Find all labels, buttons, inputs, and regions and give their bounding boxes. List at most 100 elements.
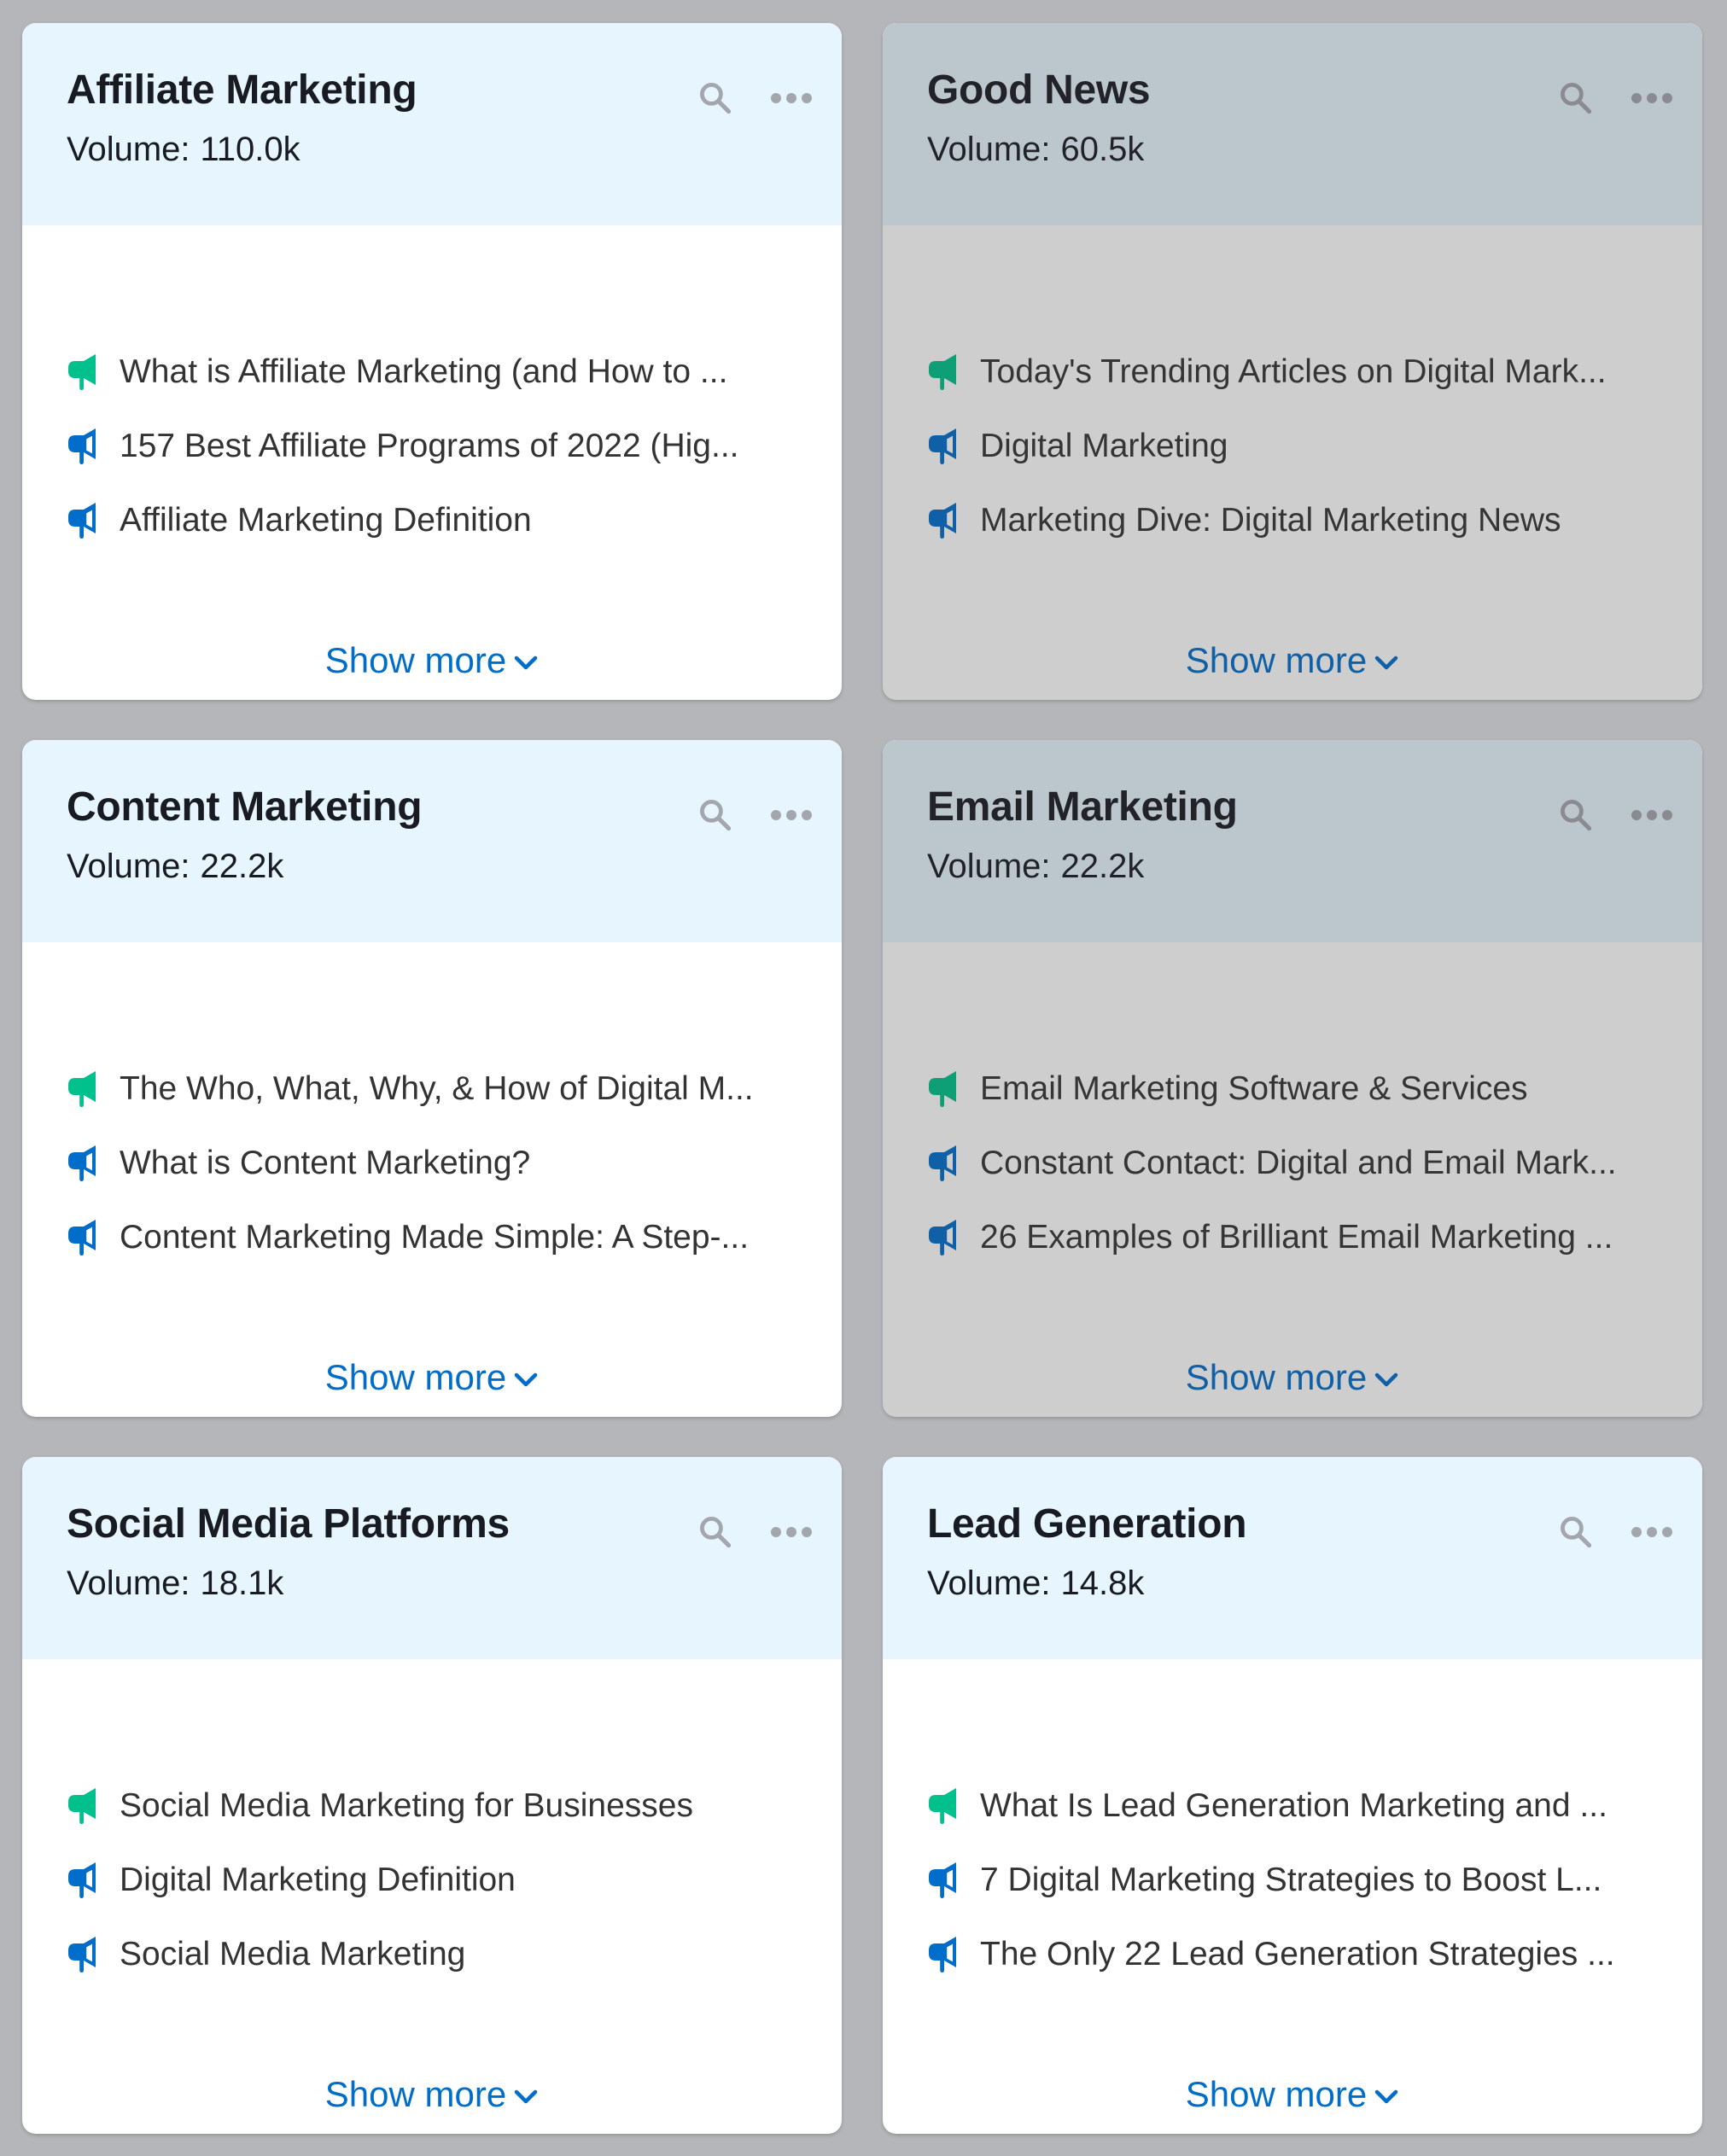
- result-item[interactable]: The Only 22 Lead Generation Strategies .…: [927, 1917, 1651, 1991]
- more-options-icon[interactable]: [1631, 1526, 1673, 1538]
- show-more-label: Show more: [324, 2074, 507, 2114]
- megaphone-filled-icon: [927, 353, 961, 392]
- volume-label: Volume:: [927, 130, 1051, 168]
- show-more-label: Show more: [324, 1357, 507, 1397]
- result-title: The Who, What, Why, & How of Digital M..…: [120, 1069, 754, 1107]
- more-options-icon[interactable]: [770, 92, 813, 104]
- megaphone-filled-icon: [927, 1786, 961, 1826]
- result-item[interactable]: Social Media Marketing for Businesses: [67, 1769, 791, 1843]
- megaphone-outline-icon: [67, 1144, 101, 1183]
- search-icon[interactable]: [1557, 796, 1595, 834]
- card-volume: Volume: 22.2k: [67, 846, 842, 887]
- card-header: Social Media Platforms Volume: 18.1k: [22, 1457, 842, 1659]
- card-body: Social Media Marketing for Businesses Di…: [22, 1659, 842, 2134]
- result-item[interactable]: What is Affiliate Marketing (and How to …: [67, 335, 791, 409]
- show-more-link[interactable]: Show more: [883, 640, 1702, 681]
- more-options-icon[interactable]: [770, 809, 813, 821]
- topic-card: Affiliate Marketing Volume: 110.0k What i…: [22, 23, 842, 700]
- volume-label: Volume:: [927, 847, 1051, 885]
- card-actions: [1557, 1513, 1673, 1551]
- volume-value: 14.8k: [1060, 1564, 1145, 1602]
- card-actions: [697, 796, 813, 834]
- volume-label: Volume:: [927, 1564, 1051, 1602]
- card-actions: [1557, 79, 1673, 117]
- megaphone-outline-icon: [67, 1861, 101, 1900]
- result-item[interactable]: What is Content Marketing?: [67, 1126, 791, 1200]
- card-header: Good News Volume: 60.5k: [883, 23, 1702, 225]
- show-more-label: Show more: [1185, 2074, 1368, 2114]
- show-more-label: Show more: [324, 640, 507, 680]
- result-title: Digital Marketing: [980, 427, 1228, 464]
- volume-value: 110.0k: [200, 130, 300, 168]
- search-icon[interactable]: [1557, 79, 1595, 117]
- megaphone-outline-icon: [67, 501, 101, 540]
- result-item[interactable]: Email Marketing Software & Services: [927, 1052, 1651, 1126]
- result-item[interactable]: Today's Trending Articles on Digital Mar…: [927, 335, 1651, 409]
- show-more-link[interactable]: Show more: [22, 1357, 842, 1398]
- result-title: Today's Trending Articles on Digital Mar…: [980, 353, 1607, 390]
- chevron-down-icon: [1374, 2089, 1398, 2104]
- result-title: Content Marketing Made Simple: A Step-..…: [120, 1218, 750, 1256]
- result-title: 157 Best Affiliate Programs of 2022 (Hig…: [120, 427, 739, 464]
- search-icon[interactable]: [697, 1513, 734, 1551]
- megaphone-filled-icon: [927, 1069, 961, 1109]
- search-icon[interactable]: [697, 79, 734, 117]
- megaphone-outline-icon: [927, 1218, 961, 1257]
- card-actions: [697, 1513, 813, 1551]
- result-item[interactable]: 26 Examples of Brilliant Email Marketing…: [927, 1200, 1651, 1274]
- card-volume: Volume: 60.5k: [927, 129, 1702, 170]
- result-title: Affiliate Marketing Definition: [120, 501, 532, 539]
- show-more-link[interactable]: Show more: [883, 2074, 1702, 2115]
- card-body: Today's Trending Articles on Digital Mar…: [883, 225, 1702, 700]
- result-item[interactable]: Marketing Dive: Digital Marketing News: [927, 483, 1651, 557]
- volume-value: 22.2k: [200, 847, 284, 885]
- result-title: The Only 22 Lead Generation Strategies .…: [980, 1935, 1615, 1972]
- card-header: Affiliate Marketing Volume: 110.0k: [22, 23, 842, 225]
- megaphone-outline-icon: [927, 1935, 961, 1974]
- card-header: Content Marketing Volume: 22.2k: [22, 740, 842, 942]
- result-item[interactable]: The Who, What, Why, & How of Digital M..…: [67, 1052, 791, 1126]
- result-item[interactable]: Social Media Marketing: [67, 1917, 791, 1991]
- megaphone-outline-icon: [67, 1218, 101, 1257]
- chevron-down-icon: [514, 656, 538, 670]
- result-title: Constant Contact: Digital and Email Mark…: [980, 1144, 1617, 1181]
- volume-label: Volume:: [67, 130, 190, 168]
- search-icon[interactable]: [697, 796, 734, 834]
- megaphone-filled-icon: [67, 353, 101, 392]
- result-title: Digital Marketing Definition: [120, 1861, 516, 1898]
- result-item[interactable]: 7 Digital Marketing Strategies to Boost …: [927, 1843, 1651, 1917]
- result-title: 26 Examples of Brilliant Email Marketing…: [980, 1218, 1613, 1256]
- volume-value: 60.5k: [1060, 130, 1145, 168]
- more-options-icon[interactable]: [1631, 92, 1673, 104]
- result-item[interactable]: 157 Best Affiliate Programs of 2022 (Hig…: [67, 409, 791, 483]
- search-icon[interactable]: [1557, 1513, 1595, 1551]
- megaphone-outline-icon: [927, 1144, 961, 1183]
- chevron-down-icon: [514, 1372, 538, 1387]
- volume-label: Volume:: [67, 847, 190, 885]
- show-more-link[interactable]: Show more: [22, 640, 842, 681]
- result-title: 7 Digital Marketing Strategies to Boost …: [980, 1861, 1602, 1898]
- topic-card: Content Marketing Volume: 22.2k The Who, …: [22, 740, 842, 1417]
- result-item[interactable]: Digital Marketing: [927, 409, 1651, 483]
- result-title: Email Marketing Software & Services: [980, 1069, 1528, 1107]
- card-body: Email Marketing Software & Services Cons…: [883, 942, 1702, 1417]
- result-title: Marketing Dive: Digital Marketing News: [980, 501, 1561, 539]
- topic-card: Good News Volume: 60.5k Today's Trending …: [883, 23, 1702, 700]
- show-more-label: Show more: [1185, 640, 1368, 680]
- megaphone-filled-icon: [67, 1786, 101, 1826]
- result-item[interactable]: Affiliate Marketing Definition: [67, 483, 791, 557]
- more-options-icon[interactable]: [770, 1526, 813, 1538]
- chevron-down-icon: [1374, 1372, 1398, 1387]
- result-item[interactable]: Constant Contact: Digital and Email Mark…: [927, 1126, 1651, 1200]
- result-item[interactable]: Content Marketing Made Simple: A Step-..…: [67, 1200, 791, 1274]
- show-more-link[interactable]: Show more: [22, 2074, 842, 2115]
- result-item[interactable]: What Is Lead Generation Marketing and ..…: [927, 1769, 1651, 1843]
- show-more-link[interactable]: Show more: [883, 1357, 1702, 1398]
- card-body: What Is Lead Generation Marketing and ..…: [883, 1659, 1702, 2134]
- more-options-icon[interactable]: [1631, 809, 1673, 821]
- topic-cards-grid: Affiliate Marketing Volume: 110.0k What i…: [22, 23, 1702, 2134]
- result-item[interactable]: Digital Marketing Definition: [67, 1843, 791, 1917]
- card-volume: Volume: 14.8k: [927, 1563, 1702, 1604]
- volume-value: 22.2k: [1060, 847, 1145, 885]
- card-header: Email Marketing Volume: 22.2k: [883, 740, 1702, 942]
